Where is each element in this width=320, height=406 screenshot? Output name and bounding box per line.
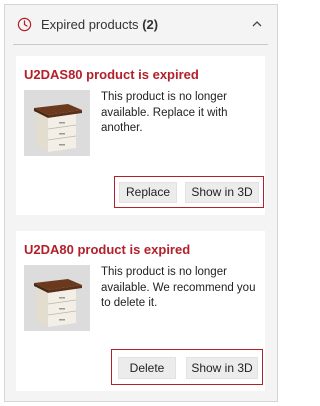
clock-icon <box>17 17 32 32</box>
replace-button[interactable]: Replace <box>119 182 177 203</box>
expired-product-card: U2DA80 product is expired This product i… <box>16 231 265 391</box>
action-group: Delete Show in 3D <box>111 349 263 385</box>
expired-product-title: U2DAS80 product is expired <box>24 67 199 82</box>
expired-product-message: This product is no longer available. Rep… <box>101 91 228 134</box>
expired-product-card: U2DAS80 product is expired This product … <box>16 56 265 215</box>
show-in-3d-button[interactable]: Show in 3D <box>185 182 259 203</box>
action-group: Replace Show in 3D <box>114 176 264 208</box>
expired-product-title: U2DA80 product is expired <box>24 242 191 257</box>
expired-products-panel: Expired products (2) U2DAS80 product is … <box>4 4 278 402</box>
header-divider <box>13 44 268 45</box>
show-in-3d-button[interactable]: Show in 3D <box>186 357 258 379</box>
chevron-up-icon[interactable] <box>251 18 263 30</box>
expired-product-message: This product is no longer available. We … <box>101 266 256 309</box>
cabinet-thumbnail <box>24 90 90 156</box>
cabinet-thumbnail <box>24 265 90 331</box>
panel-title: Expired products (2) <box>41 17 158 32</box>
panel-header[interactable]: Expired products (2) <box>5 5 277 45</box>
expired-count: (2) <box>142 17 159 32</box>
panel-title-text: Expired products <box>41 17 139 32</box>
delete-button[interactable]: Delete <box>118 357 176 379</box>
